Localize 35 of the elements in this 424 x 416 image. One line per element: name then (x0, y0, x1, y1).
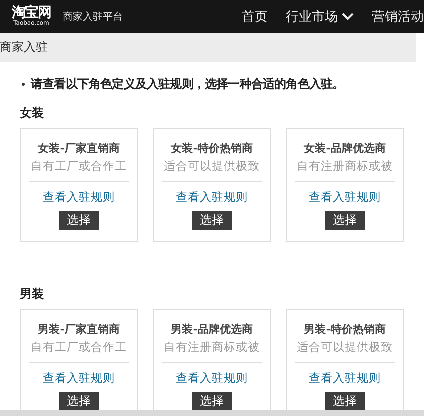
card-title: 男装-厂家直销商 (38, 322, 120, 337)
card-description: 自有注册商标或被 (297, 159, 393, 174)
select-button[interactable]: 选择 (59, 211, 99, 230)
select-button[interactable]: 选择 (325, 211, 365, 230)
rules-link[interactable]: 查看入驻规则 (43, 371, 115, 386)
platform-name: 商家入驻平台 (63, 10, 123, 24)
select-button[interactable]: 选择 (192, 392, 232, 411)
rules-link[interactable]: 查看入驻规则 (309, 190, 381, 205)
breadcrumb: 商家入驻 (0, 39, 48, 56)
card-title: 女装-厂家直销商 (38, 141, 120, 156)
bullet-icon (22, 83, 25, 86)
card-description: 自有注册商标或被 (164, 340, 260, 355)
scrollbar[interactable] (0, 410, 424, 416)
card-title: 女装-特价热销商 (171, 141, 253, 156)
card-title: 男装-品牌优选商 (171, 322, 253, 337)
card-title: 女装-品牌优选商 (304, 141, 386, 156)
nav-link[interactable]: 行业市场 (286, 8, 354, 26)
select-button[interactable]: 选择 (192, 211, 232, 230)
logo-text: 淘宝网 (12, 6, 51, 20)
section-title: 男装 (20, 286, 45, 303)
nav-link[interactable]: 首页 (242, 8, 268, 26)
select-button[interactable]: 选择 (325, 392, 365, 411)
card-description: 适合可以提供极致 (297, 340, 393, 355)
select-button[interactable]: 选择 (59, 392, 99, 411)
card-description: 适合可以提供极致 (164, 159, 260, 174)
section-title: 女装 (20, 105, 45, 122)
rules-link[interactable]: 查看入驻规则 (176, 371, 248, 386)
card-title: 男装-特价热销商 (304, 322, 386, 337)
rules-link[interactable]: 查看入驻规则 (309, 371, 381, 386)
card-description: 自有工厂或合作工 (31, 340, 127, 355)
rules-link[interactable]: 查看入驻规则 (43, 190, 115, 205)
notice-text: 请查看以下角色定义及入驻规则，选择一种合适的角色入驻。 (31, 76, 344, 93)
card-description: 自有工厂或合作工 (31, 159, 127, 174)
nav-link[interactable]: 营销活动 (372, 8, 424, 26)
rules-link[interactable]: 查看入驻规则 (176, 190, 248, 205)
